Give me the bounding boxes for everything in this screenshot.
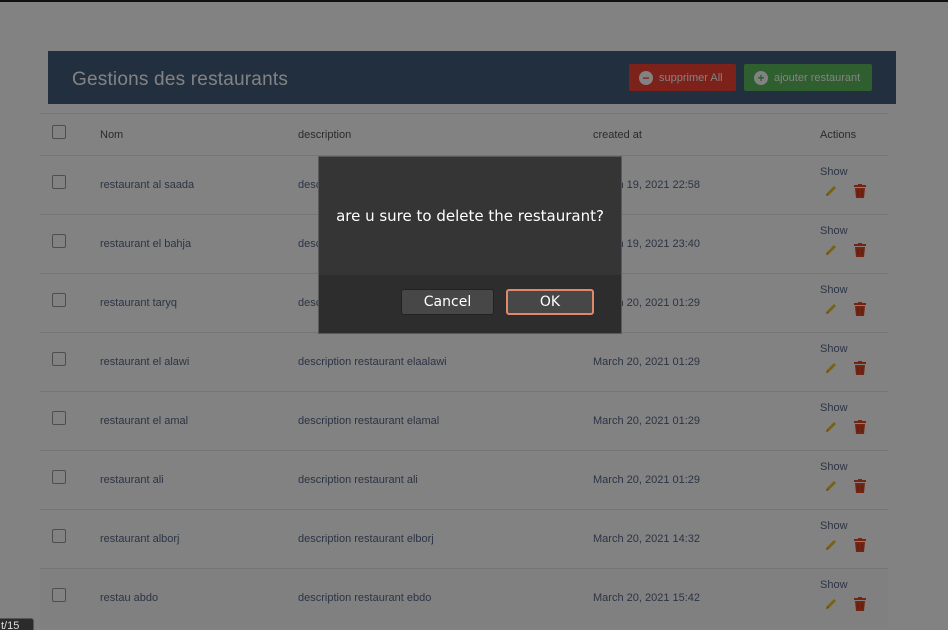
pagination-indicator: t/15 <box>0 618 34 630</box>
cancel-button[interactable]: Cancel <box>401 289 494 315</box>
confirm-message: are u sure to delete the restaurant? <box>336 207 604 225</box>
dialog-footer: Cancel OK <box>319 275 621 333</box>
ok-button[interactable]: OK <box>506 289 594 315</box>
confirm-dialog: are u sure to delete the restaurant? Can… <box>318 156 622 334</box>
